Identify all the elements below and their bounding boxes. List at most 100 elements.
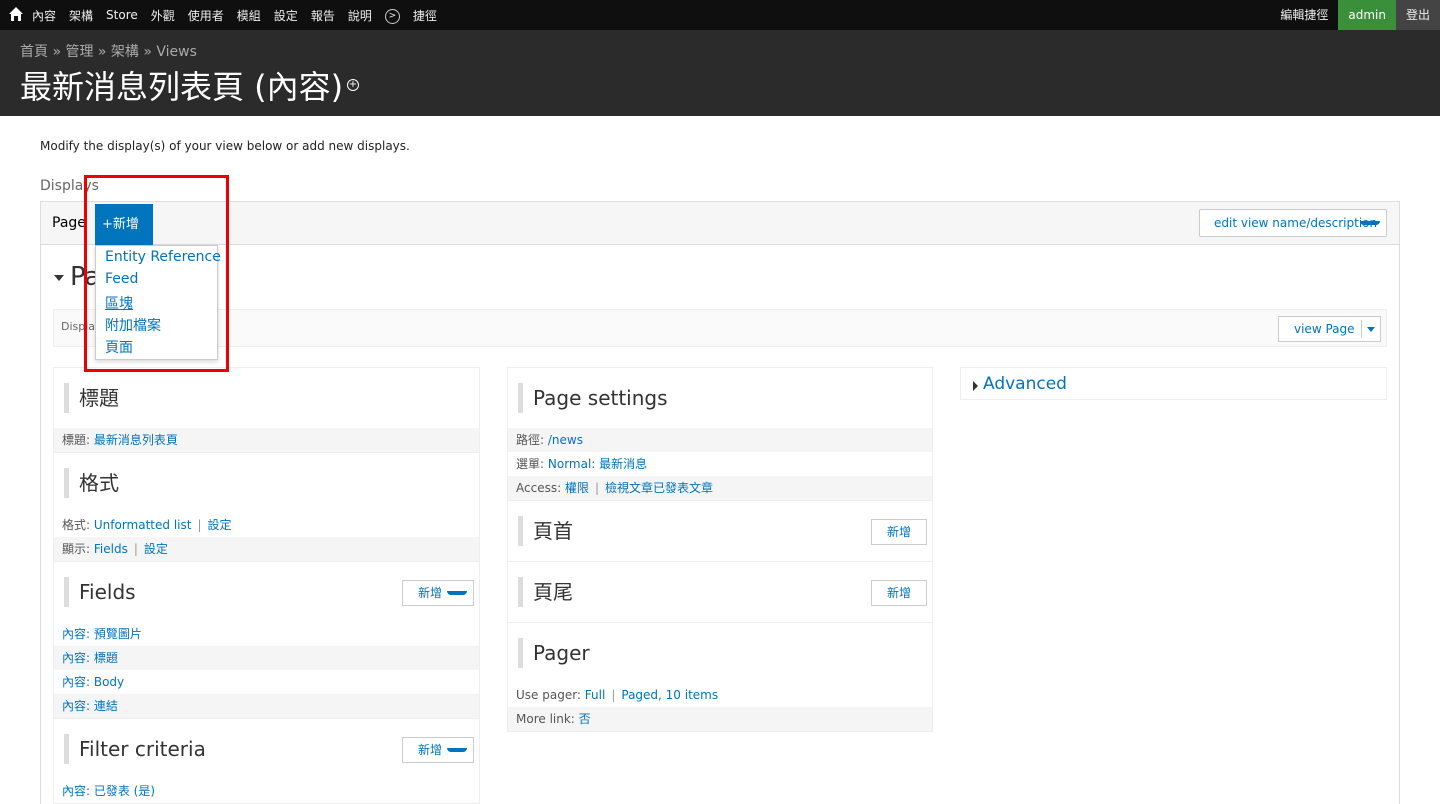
footer-add-button[interactable]: 新增 <box>871 580 927 606</box>
edit-shortcuts-link[interactable]: 編輯捷徑 <box>1270 0 1338 30</box>
access-value-permission[interactable]: 檢視文章已發表文章 <box>605 481 713 495</box>
show-row: 顯示: Fields | 設定 <box>54 537 479 561</box>
header-add-button[interactable]: 新增 <box>871 519 927 545</box>
toolbar-item-modules[interactable]: 模組 <box>237 7 261 24</box>
shortcuts-toggle-icon: > <box>384 8 400 24</box>
filter-add-button[interactable]: 新增 <box>402 737 474 763</box>
separator: | <box>594 481 600 495</box>
more-link-row: More link: 否 <box>508 707 932 731</box>
toolbar-item-content[interactable]: 內容 <box>32 7 56 24</box>
title-row-value[interactable]: 最新消息列表頁 <box>94 433 178 447</box>
fields-add-label: 新增 <box>418 586 443 600</box>
section-title-format: 格式 <box>64 468 119 498</box>
advanced-label: Advanced <box>983 374 1067 394</box>
path-value[interactable]: /news <box>548 433 583 447</box>
show-row-value[interactable]: Fields <box>94 542 128 556</box>
view-page-button[interactable]: view Page <box>1278 316 1381 342</box>
field-link[interactable]: 內容: 標題 <box>62 651 118 665</box>
dropdown-item-block[interactable]: 區塊 <box>105 293 133 313</box>
add-shortcut-icon[interactable]: + <box>347 79 359 91</box>
home-icon[interactable] <box>8 6 24 22</box>
section-title-filter: Filter criteria <box>64 734 206 764</box>
more-link-value[interactable]: 否 <box>579 712 591 726</box>
advanced-toggle[interactable]: Advanced <box>960 367 1387 400</box>
toolbar-item-config[interactable]: 設定 <box>274 7 298 24</box>
section-title-footer: 頁尾 <box>518 577 573 607</box>
collapse-triangle-icon <box>54 274 64 281</box>
toolbar-item-store[interactable]: Store <box>106 8 138 22</box>
filter-link[interactable]: 內容: 已發表 (是) <box>62 784 155 798</box>
add-display-dropdown: Entity Reference Feed 區塊 附加檔案 頁面 <box>95 245 221 360</box>
menu-label: 選單: <box>516 457 545 471</box>
section-title-page-settings: Page settings <box>518 383 668 413</box>
toolbar-item-shortcuts[interactable]: > 捷徑 <box>384 7 450 24</box>
show-row-label: 顯示: <box>62 542 91 556</box>
format-settings-link[interactable]: 設定 <box>208 518 232 532</box>
expand-triangle-icon <box>973 381 978 391</box>
separator: | <box>197 518 202 532</box>
edit-view-description-button[interactable]: edit view name/description <box>1199 209 1387 237</box>
field-row[interactable]: 內容: 預覽圖片 <box>54 622 479 646</box>
dropdown-item-attachment[interactable]: 附加檔案 <box>105 315 161 335</box>
dropdown-item-page[interactable]: 頁面 <box>105 337 133 357</box>
chevron-down-icon[interactable] <box>1367 327 1375 332</box>
filter-row[interactable]: 內容: 已發表 (是) <box>54 779 479 803</box>
separator: | <box>611 688 616 702</box>
chevron-down-icon[interactable] <box>447 591 467 595</box>
path-row: 路徑: /news <box>508 428 932 452</box>
fields-add-button[interactable]: 新增 <box>402 580 474 606</box>
field-row[interactable]: 內容: Body <box>54 670 479 694</box>
toolbar-menu: 內容 架構 Store 外觀 使用者 模組 設定 報告 說明 > 捷徑 <box>32 0 463 30</box>
more-link-label: More link: <box>516 712 575 726</box>
format-row-label: 格式: <box>62 518 91 532</box>
use-pager-value[interactable]: Full <box>585 688 606 702</box>
display-tabs: Page +新增 edit view name/description <box>41 202 1399 245</box>
field-link[interactable]: 內容: Body <box>62 675 124 689</box>
section-title-header: 頁首 <box>518 516 573 546</box>
button-divider <box>1361 320 1362 338</box>
use-pager-label: Use pager: <box>516 688 581 702</box>
shortcuts-label: 捷徑 <box>412 8 437 23</box>
field-row[interactable]: 內容: 標題 <box>54 646 479 670</box>
dropdown-item-feed[interactable]: Feed <box>105 271 138 287</box>
menu-value[interactable]: Normal: 最新消息 <box>548 457 647 471</box>
add-display-label: 新增 <box>112 217 139 232</box>
tab-page[interactable]: Page <box>52 215 86 231</box>
access-label: Access: <box>516 481 562 495</box>
section-title-title: 標題 <box>64 383 119 413</box>
dropdown-item-entity-reference[interactable]: Entity Reference <box>105 249 221 265</box>
breadcrumb[interactable]: 首頁 » 管理 » 架構 » Views <box>20 41 197 61</box>
access-row: Access: 權限 | 檢視文章已發表文章 <box>508 476 932 500</box>
toolbar-item-appearance[interactable]: 外觀 <box>151 7 175 24</box>
admin-toolbar: 內容 架構 Store 外觀 使用者 模組 設定 報告 說明 > 捷徑 編輯捷徑 … <box>0 0 1440 30</box>
display-name-label: Displa <box>61 320 96 333</box>
chevron-down-icon[interactable] <box>447 748 467 752</box>
toolbar-item-structure[interactable]: 架構 <box>69 7 93 24</box>
add-display-button[interactable]: +新增 <box>95 204 153 245</box>
page-header: 首頁 » 管理 » 架構 » Views 最新消息列表頁 (內容) + <box>0 30 1440 116</box>
divider <box>508 561 932 562</box>
column-first: 標題 標題: 最新消息列表頁 格式 格式: Unformatted list | 設… <box>53 367 480 804</box>
user-account-link[interactable]: admin <box>1338 0 1396 30</box>
chevron-down-icon[interactable] <box>1360 221 1380 225</box>
toolbar-item-people[interactable]: 使用者 <box>188 7 224 24</box>
format-row: 格式: Unformatted list | 設定 <box>54 513 479 537</box>
use-pager-options[interactable]: Paged, 10 items <box>621 688 718 702</box>
toolbar-item-help[interactable]: 說明 <box>348 7 372 24</box>
field-link[interactable]: 內容: 預覽圖片 <box>62 627 142 641</box>
divider <box>54 452 479 453</box>
filter-add-label: 新增 <box>418 743 443 757</box>
format-row-value[interactable]: Unformatted list <box>94 518 192 532</box>
view-page-label: view Page <box>1294 322 1355 336</box>
display-heading[interactable]: Pa <box>54 262 100 292</box>
logout-link[interactable]: 登出 <box>1395 0 1440 30</box>
show-settings-link[interactable]: 設定 <box>144 542 168 556</box>
toolbar-item-reports[interactable]: 報告 <box>311 7 335 24</box>
title-row[interactable]: 標題: 最新消息列表頁 <box>54 428 479 452</box>
section-title-fields: Fields <box>64 577 136 607</box>
field-link[interactable]: 內容: 連結 <box>62 699 118 713</box>
separator: | <box>133 542 138 556</box>
field-row[interactable]: 內容: 連結 <box>54 694 479 718</box>
divider <box>508 622 932 623</box>
access-value-type[interactable]: 權限 <box>565 481 589 495</box>
